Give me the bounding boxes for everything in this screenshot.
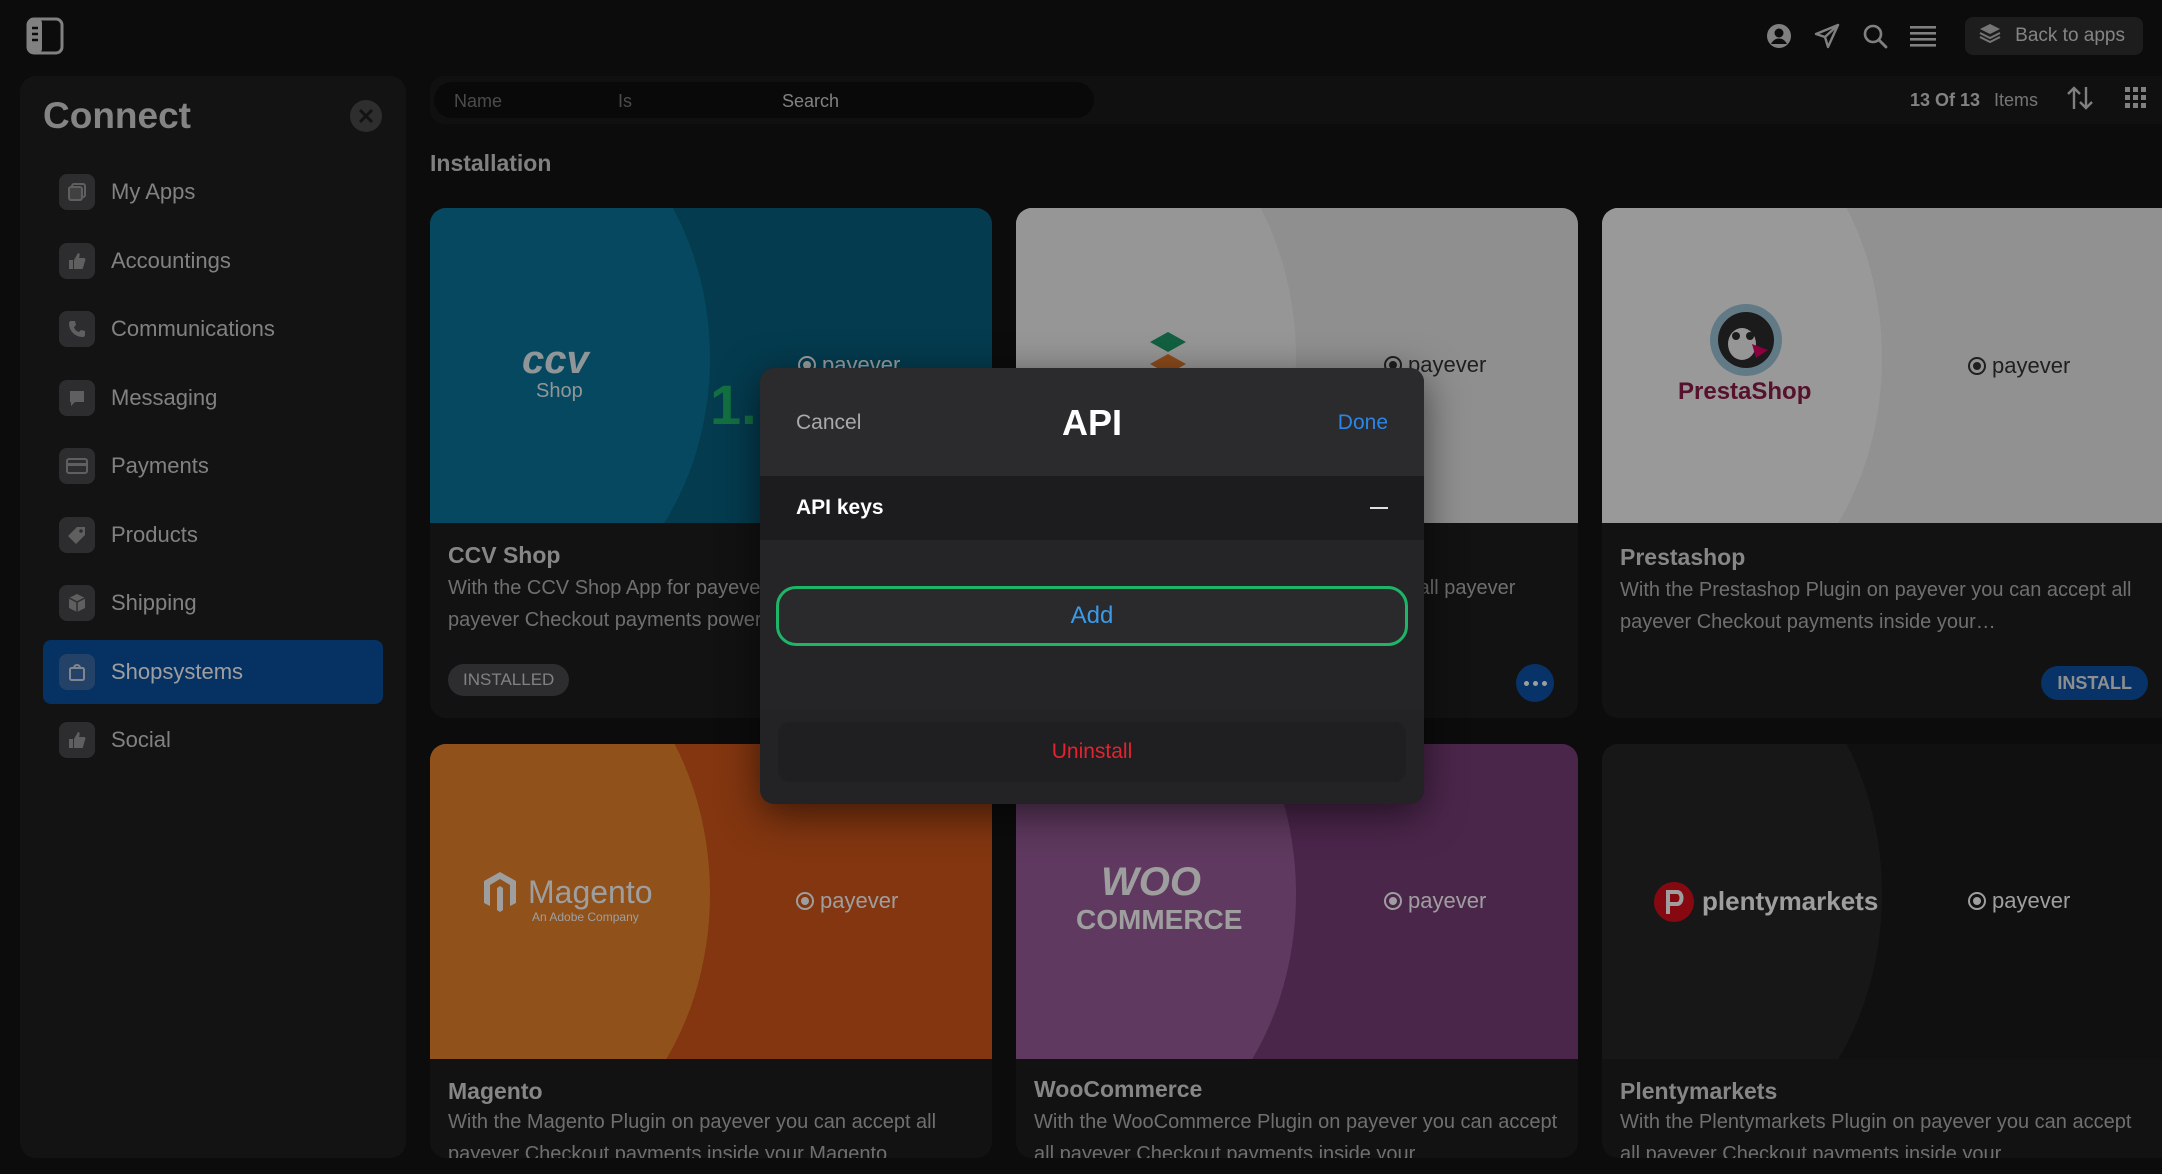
more-options-button[interactable] — [1516, 664, 1554, 702]
sidebar-item-label: Shopsystems — [111, 658, 244, 684]
back-to-apps-button[interactable]: Back to apps — [1965, 17, 2143, 55]
card-image: plentymarkets payever — [1602, 744, 2162, 1059]
api-keys-label: API keys — [796, 496, 884, 519]
profile-icon[interactable] — [1755, 12, 1803, 60]
box-icon — [59, 585, 95, 621]
close-icon[interactable] — [350, 100, 382, 132]
phone-icon — [59, 311, 95, 347]
ccv-logo: ccv — [522, 338, 589, 382]
card-title: Prestashop — [1620, 544, 1746, 570]
card-title: Magento — [448, 1078, 543, 1104]
sidebar-toggle-icon[interactable] — [26, 17, 64, 55]
top-bar: Back to apps — [0, 0, 2162, 72]
section-title: Installation — [430, 150, 552, 176]
list-controls: 13 Of 13 Items — [1910, 76, 2162, 124]
payever-logo: payever — [1384, 888, 1486, 914]
sidebar-item-label: Products — [111, 521, 198, 547]
step-marker: 1. — [710, 373, 757, 436]
sidebar: Connect My Apps Accountings Communicatio… — [20, 76, 406, 1158]
card-title: WooCommerce — [1034, 1076, 1203, 1102]
filter-field-name[interactable]: Name — [454, 91, 502, 112]
payever-logo: payever — [1968, 888, 2070, 914]
magento-logo-text: Magento — [528, 874, 653, 910]
apps-icon — [59, 174, 95, 210]
sidebar-item-communications[interactable]: Communications — [43, 297, 383, 361]
sidebar-item-payments[interactable]: Payments — [43, 434, 383, 498]
sidebar-item-shipping[interactable]: Shipping — [43, 571, 383, 635]
thumbs-up-icon — [59, 722, 95, 758]
plentymarkets-logo-icon — [1652, 880, 1696, 929]
ccv-logo-sub: Shop — [536, 380, 583, 402]
sidebar-item-social[interactable]: Social — [43, 708, 383, 772]
search-icon[interactable] — [1851, 12, 1899, 60]
item-count: 13 Of 13 — [1909, 89, 1980, 110]
prestashop-logo-icon — [1706, 300, 1786, 385]
uninstall-button[interactable]: Uninstall — [778, 722, 1406, 782]
thumbs-up-icon — [59, 242, 95, 279]
chat-icon — [59, 379, 95, 416]
menu-icon[interactable] — [1899, 12, 1947, 60]
magento-logo-sub: An Adobe Company — [532, 910, 639, 924]
payever-logo: payever — [796, 888, 898, 914]
sidebar-item-label: Accountings — [111, 247, 231, 273]
top-actions: Back to apps — [1755, 0, 2162, 72]
sidebar-title: Connect — [43, 95, 191, 136]
magento-logo-icon — [482, 870, 518, 919]
credit-card-icon — [59, 448, 95, 484]
sidebar-item-accountings[interactable]: Accountings — [43, 229, 383, 293]
sidebar-item-products[interactable]: Products — [43, 503, 383, 567]
sidebar-item-messaging[interactable]: Messaging — [43, 366, 383, 430]
filter-condition[interactable]: Is — [618, 91, 632, 112]
woo-logo-text: WOO — [1101, 860, 1201, 904]
card-description: With the Prestashop Plugin on payever yo… — [1620, 579, 2132, 633]
card-description: With the WooCommerce Plugin on payever y… — [1034, 1111, 1558, 1158]
shopping-bag-icon — [59, 653, 95, 690]
sidebar-item-label: Payments — [111, 453, 209, 478]
sidebar-nav: My Apps Accountings Communications Messa… — [43, 160, 383, 777]
back-to-apps-label: Back to apps — [2015, 25, 2125, 46]
send-icon[interactable] — [1803, 12, 1851, 60]
card-description: With the Magento Plugin on payever you c… — [448, 1111, 937, 1158]
collapse-icon[interactable] — [1370, 507, 1388, 509]
sidebar-item-my-apps[interactable]: My Apps — [43, 160, 383, 224]
card-title: Plentymarkets — [1620, 1078, 1778, 1104]
done-button[interactable]: Done — [1338, 411, 1388, 435]
modal-title: API — [1061, 402, 1122, 443]
sidebar-item-shopsystems[interactable]: Shopsystems — [43, 639, 383, 704]
card-title: CCV Shop — [448, 542, 561, 568]
sidebar-item-label: My Apps — [111, 179, 196, 204]
app-card-magento[interactable]: Magento An Adobe Company payever Magento… — [430, 744, 992, 1158]
payever-logo: payever — [1968, 353, 2070, 379]
prestashop-logo-text: PrestaShop — [1678, 378, 1812, 405]
tag-icon — [59, 516, 95, 553]
add-api-key-button[interactable]: Add — [776, 586, 1408, 646]
sidebar-item-label: Social — [111, 727, 171, 752]
card-description: With the Plentymarkets Plugin on payever… — [1620, 1111, 2132, 1158]
plentymarkets-logo-text: plentymarkets — [1702, 886, 1879, 916]
layers-icon — [1979, 22, 2001, 50]
grid-view-icon[interactable] — [2124, 86, 2148, 115]
search-input[interactable]: Search — [782, 91, 839, 112]
install-button[interactable]: INSTALL — [2041, 666, 2148, 700]
app-card-prestashop[interactable]: PrestaShop payever Prestashop With the P… — [1602, 208, 2162, 718]
sidebar-item-label: Shipping — [111, 590, 197, 615]
app-card-woocommerce[interactable]: WOO COMMERCE payever WooCommerce With th… — [1016, 744, 1578, 1158]
sidebar-item-label: Messaging — [111, 384, 218, 410]
modal-header: Cancel API Done — [760, 368, 1424, 476]
items-label: Items — [1993, 89, 2038, 110]
search-filter[interactable]: Name Is Search — [434, 82, 1094, 118]
installed-badge: INSTALLED — [448, 664, 570, 696]
api-modal: Cancel API Done API keys Add Uninstall — [760, 368, 1424, 804]
sidebar-item-label: Communications — [111, 316, 275, 341]
filter-bar: Name Is Search 13 Of 13 Items — [430, 76, 2162, 124]
card-image: PrestaShop payever — [1602, 208, 2162, 523]
sort-icon[interactable] — [2066, 85, 2094, 116]
api-keys-section-header[interactable]: API keys — [760, 476, 1424, 540]
woo-logo-sub: COMMERCE — [1076, 904, 1243, 935]
app-card-plentymarkets[interactable]: plentymarkets payever Plentymarkets With… — [1602, 744, 2162, 1158]
